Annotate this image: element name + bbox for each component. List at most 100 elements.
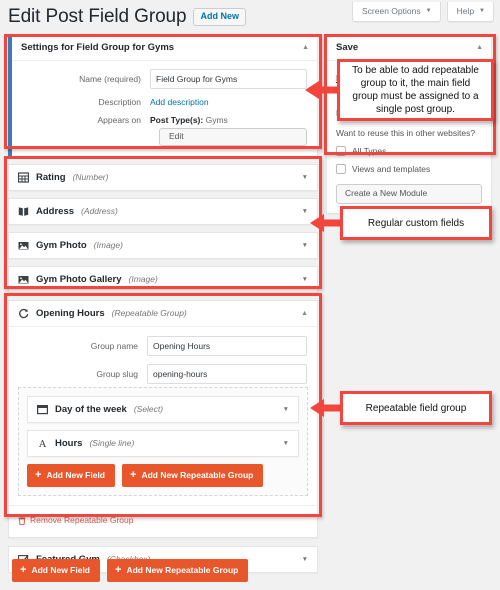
remove-repeatable-group-link[interactable]: Remove Repeatable Group [18,515,133,525]
add-new-repeatable-group-button[interactable]: + Add New Repeatable Group [122,463,264,487]
field-row-left: Day of the week (Select) [37,404,163,415]
chevron-down-icon[interactable]: ▼ [302,276,308,283]
group-slug-row: Group slug [19,363,307,384]
repeatable-group-title: Opening Hours [36,307,105,319]
admin-page: Edit Post Field Group Add New Screen Opt… [0,0,500,590]
add-new-repeatable-group-label: Add New Repeatable Group [141,469,254,480]
chevron-down-icon: ▼ [425,8,432,15]
add-new-repeatable-group-label: Add New Repeatable Group [126,565,239,576]
plus-icon: + [35,468,42,481]
repeatable-group-panel: Opening Hours (Repeatable Group) ▲ Group… [8,299,318,538]
field-row-left: Rating (Number) [18,172,108,183]
save-panel-title: Save [336,42,359,53]
chevron-down-icon[interactable]: ▼ [302,556,308,563]
add-new-repeatable-group-button[interactable]: + Add New Repeatable Group [107,559,249,582]
all-types-checkbox-row[interactable]: All Types [336,146,482,156]
chevron-down-icon[interactable]: ▼ [302,242,308,249]
appears-on-value: Post Type(s): Gyms [150,115,228,125]
create-new-module-button[interactable]: Create a New Module [336,184,482,204]
repeatable-group-inner-fields: Day of the week (Select) ▼ A Hours (Sing… [18,386,308,496]
add-new-field-label: Add New Field [46,469,105,480]
name-input[interactable] [150,69,307,89]
chevron-up-icon[interactable]: ▲ [302,44,309,51]
screen-options-button[interactable]: Screen Options ▼ [352,2,441,22]
annotation-regular-custom-fields: Regular custom fields [340,206,492,240]
field-name: Gym Photo [36,239,87,251]
group-slug-label: Group slug [96,368,138,379]
plus-icon: + [20,564,27,576]
name-row: Name (required) [22,69,307,89]
edit-appears-on-button[interactable]: Edit [159,128,307,146]
page-title: Edit Post Field Group [8,6,187,27]
field-row[interactable]: A Hours (Single line) ▼ [27,429,299,457]
repeatable-group-type: (Repeatable Group) [111,308,187,318]
add-description-link[interactable]: Add description [150,97,209,107]
field-row[interactable]: Gym Photo (Image) ▼ [8,231,318,259]
settings-panel-body: Name (required) Description Add descript… [12,61,317,156]
chevron-up-icon[interactable]: ▲ [301,310,308,317]
help-button[interactable]: Help ▼ [446,2,494,22]
field-row[interactable]: Day of the week (Select) ▼ [27,395,299,423]
regular-fields-list: Rating (Number) ▼ Address (Address) ▼ Gy… [8,163,318,293]
settings-panel-header[interactable]: Settings for Field Group for Gyms ▲ [12,35,317,61]
group-name-row: Group name [19,335,307,356]
plus-icon: + [130,468,137,481]
trash-icon [18,515,26,525]
add-new-field-button[interactable]: + Add New Field [12,559,100,582]
field-row[interactable]: Gym Photo Gallery (Image) ▼ [8,265,318,293]
field-name: Gym Photo Gallery [36,273,122,285]
chevron-down-icon[interactable]: ▼ [283,406,289,413]
chevron-down-icon: ▼ [479,8,485,15]
group-name-label: Group name [90,340,138,351]
repeatable-group-header-left: Opening Hours (Repeatable Group) [18,308,187,319]
post-types-strong: Post Type(s): [150,115,204,125]
field-type: (Number) [72,172,109,182]
checkbox-icon[interactable] [336,164,346,174]
save-panel-header[interactable]: Save ▲ [327,35,491,61]
views-templates-label: Views and templates [352,164,431,174]
image-icon [18,274,29,285]
add-new-button[interactable]: Add New [193,8,246,26]
plus-icon: + [115,564,122,576]
description-row: Description Add description [22,97,307,107]
image-icon [18,240,29,251]
field-row-left: Address (Address) [18,206,118,217]
post-types-value: Gyms [205,115,228,125]
appears-on-row: Appears on Post Type(s): Gyms [22,115,307,125]
field-row-left: A Hours (Single line) [37,438,134,449]
add-new-field-label: Add New Field [31,565,90,576]
refresh-circular-arrow-icon [18,308,29,319]
book-icon [18,206,29,217]
field-type: (Image) [128,274,158,284]
views-templates-checkbox-row[interactable]: Views and templates [336,164,482,174]
field-row-left: Gym Photo (Image) [18,240,123,251]
field-row[interactable]: Rating (Number) ▼ [8,163,318,191]
reuse-question: Want to reuse this in other websites? [336,128,476,138]
main-column: Settings for Field Group for Gyms ▲ Name… [8,34,318,580]
chevron-down-icon[interactable]: ▼ [302,208,308,215]
field-row[interactable]: Address (Address) ▼ [8,197,318,225]
chevron-up-icon[interactable]: ▲ [476,44,483,51]
group-slug-input[interactable] [147,363,307,384]
field-row-left: Gym Photo Gallery (Image) [18,274,158,285]
field-type: (Select) [133,404,164,414]
checkbox-icon[interactable] [336,146,346,156]
repeatable-group-add-buttons: + Add New Field + Add New Repeatable Gro… [27,463,299,487]
group-name-input[interactable] [147,335,307,356]
chevron-down-icon[interactable]: ▼ [302,174,308,181]
repeatable-group-body: Group name Group slug [9,327,317,384]
repeatable-group-header[interactable]: Opening Hours (Repeatable Group) ▲ [9,301,317,327]
bottom-action-buttons: + Add New Field + Add New Repeatable Gro… [12,559,249,582]
screen-options-label: Screen Options [362,6,421,16]
field-type: (Single line) [89,438,135,448]
remove-repeatable-group-label: Remove Repeatable Group [30,515,134,525]
svg-text:A: A [38,439,46,449]
chevron-down-icon[interactable]: ▼ [283,440,289,447]
field-name: Address [36,205,75,217]
description-label: Description [98,97,141,107]
name-label: Name (required) [79,74,141,84]
add-new-field-button[interactable]: + Add New Field [27,463,115,487]
field-name: Rating [36,171,66,183]
page-header: Edit Post Field Group Add New [8,6,246,28]
settings-panel: Settings for Field Group for Gyms ▲ Name… [8,34,318,157]
